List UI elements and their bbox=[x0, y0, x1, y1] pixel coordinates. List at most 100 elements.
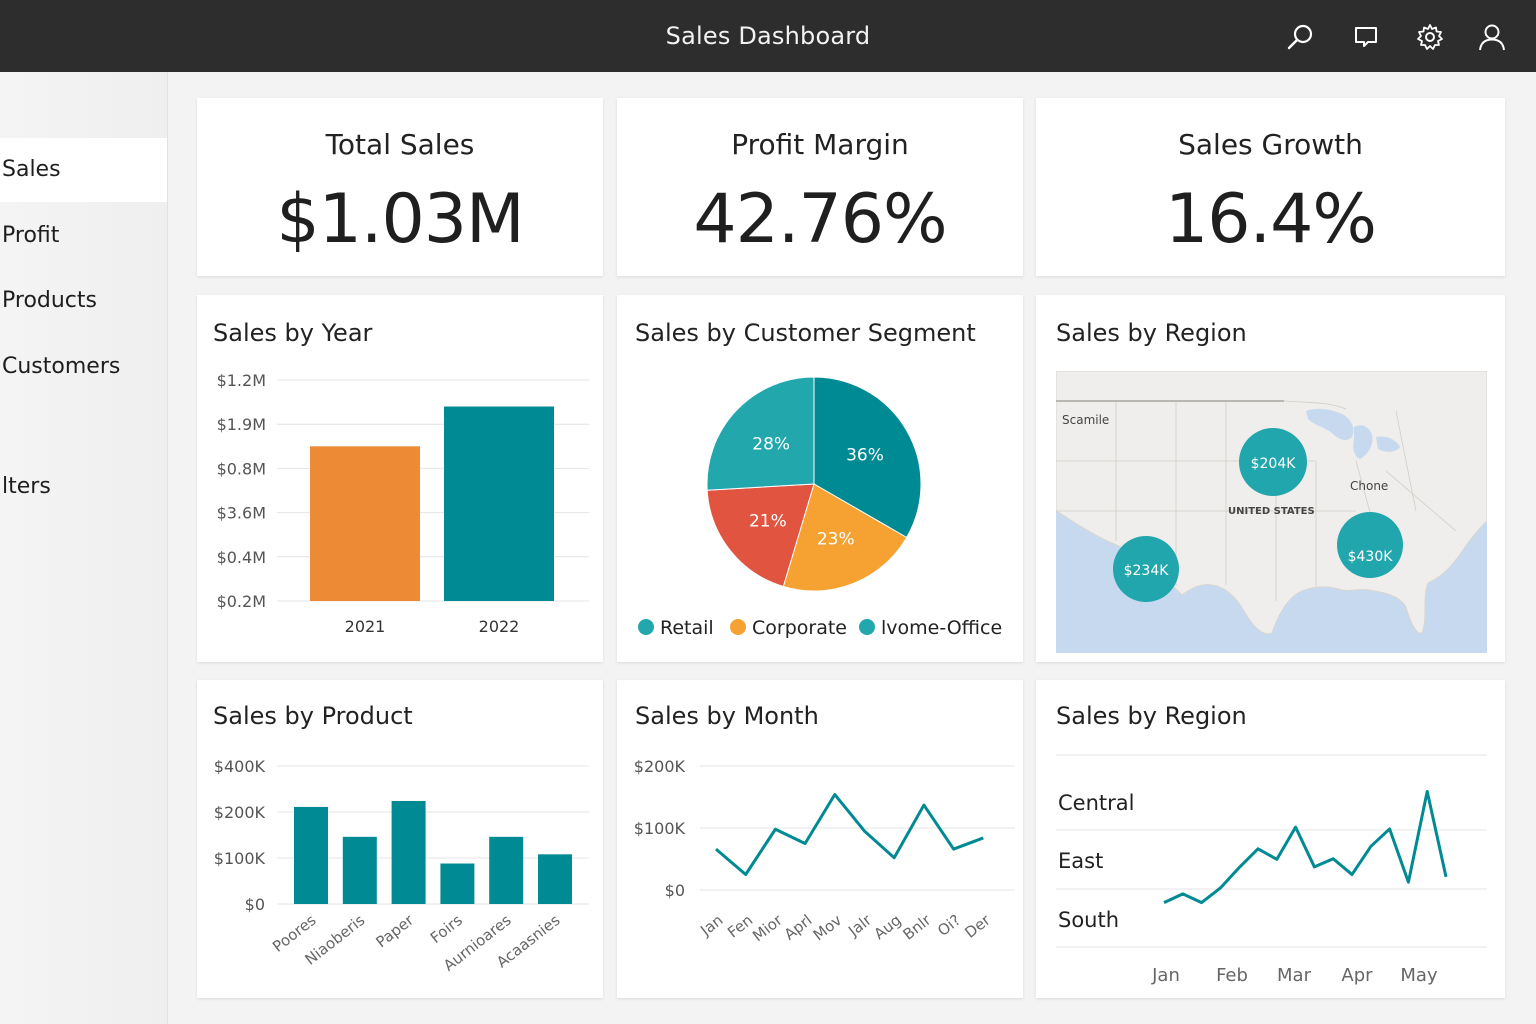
bar bbox=[342, 836, 377, 904]
kpi-value: $1.03M bbox=[276, 180, 524, 259]
bar bbox=[444, 406, 554, 601]
search-icon[interactable] bbox=[1284, 20, 1318, 54]
y-tick-label: $200K bbox=[634, 757, 686, 776]
slice-label: 36% bbox=[846, 446, 884, 466]
card-sales-by-region-line: Sales by Region Central East South Jan Feb Ma… bbox=[1036, 680, 1505, 998]
y-tick-label: $0 bbox=[245, 895, 265, 914]
map-label: Scamile bbox=[1062, 413, 1109, 427]
x-tick-label: 2021 bbox=[345, 617, 386, 636]
card-sales-by-year: Sales by Year $1.2M $1.9M $0.8M $3.6M $0.4M $… bbox=[197, 295, 603, 662]
slice-label: 28% bbox=[752, 435, 790, 455]
x-tick-label: Aprl bbox=[781, 911, 816, 944]
y-tick-label: $3.6M bbox=[217, 504, 266, 523]
x-tick-label: Jan bbox=[696, 911, 726, 940]
y-tick-label: $200K bbox=[214, 803, 266, 822]
kpi-label: Sales Growth bbox=[1178, 128, 1363, 161]
sidebar-item-label: lters bbox=[2, 474, 51, 499]
kpi-card-sales-growth: Sales Growth 16.4% bbox=[1036, 98, 1505, 276]
x-tick-label: May bbox=[1400, 965, 1438, 986]
y-tick-label: $0.2M bbox=[217, 592, 266, 611]
bar bbox=[391, 800, 426, 904]
y-tick-label: $100K bbox=[214, 849, 266, 868]
card-sales-by-product: Sales by Product $400K $200K $100K $0 Poores… bbox=[197, 680, 603, 998]
gear-icon[interactable] bbox=[1413, 20, 1447, 54]
legend-label: lvome-Office bbox=[881, 617, 1002, 639]
y-tick-label: $400K bbox=[214, 757, 266, 776]
top-bar: Sales Dashboard bbox=[0, 0, 1536, 72]
sidebar-item-label: Products bbox=[2, 288, 97, 313]
kpi-card-profit-margin: Profit Margin 42.76% bbox=[617, 98, 1023, 276]
series-line bbox=[1163, 789, 1448, 905]
sidebar: Sales Profit Products Customers lters bbox=[0, 72, 168, 1024]
legend-label: Corporate bbox=[752, 617, 847, 639]
bubble-label: $234K bbox=[1124, 563, 1170, 579]
x-tick-label: Jan bbox=[1151, 965, 1180, 986]
sidebar-item-customers[interactable]: Customers bbox=[0, 335, 167, 399]
x-tick-label: Mar bbox=[1277, 965, 1312, 986]
legend-label: Retail bbox=[660, 617, 714, 639]
bar bbox=[310, 446, 420, 601]
y-tick-label: $1.9M bbox=[217, 415, 266, 434]
sales-by-segment-chart: 36% 23% 21% 28% Retail Corporate lvome-Office bbox=[638, 376, 1002, 639]
card-sales-by-segment: Sales by Customer Segment 36% 23% 21% 28% Re… bbox=[617, 295, 1023, 662]
slice-label: 23% bbox=[817, 530, 855, 550]
x-tick-label: Bnlr bbox=[900, 910, 935, 943]
sidebar-item-label: Profit bbox=[2, 223, 60, 248]
series-line bbox=[715, 793, 984, 876]
sales-by-month-chart: $200K $100K $0 JanFenMiorAprlMov JalrAugBnlr… bbox=[634, 757, 1015, 945]
kpi-value: 16.4% bbox=[1164, 180, 1377, 259]
sidebar-item-sales[interactable]: Sales bbox=[0, 138, 167, 202]
bar bbox=[489, 836, 524, 904]
x-tick-label: Der bbox=[961, 910, 994, 941]
legend-dot bbox=[730, 619, 746, 635]
region-bubble[interactable] bbox=[1337, 512, 1403, 578]
y-tick-label: $0.4M bbox=[217, 548, 266, 567]
bubble-label: $430K bbox=[1348, 549, 1394, 565]
card-title: Sales by Region bbox=[1056, 319, 1247, 347]
row-label: Central bbox=[1058, 791, 1134, 815]
x-tick-label: Jalr bbox=[844, 910, 875, 940]
sidebar-item-label: Customers bbox=[2, 354, 121, 379]
chat-icon[interactable] bbox=[1349, 20, 1383, 54]
y-tick-label: $0.8M bbox=[217, 459, 266, 478]
bar bbox=[294, 806, 328, 904]
kpi-value: 42.76% bbox=[693, 180, 947, 259]
bar bbox=[538, 854, 572, 904]
bubble-label: $204K bbox=[1251, 456, 1297, 472]
row-label: East bbox=[1058, 849, 1103, 873]
region-map[interactable]: Scamile Chone UNITED STATES $204K $234K … bbox=[1056, 371, 1487, 653]
x-tick-label: Foirs bbox=[427, 911, 466, 947]
card-sales-by-month: Sales by Month $200K $100K $0 Jan Fen Mior Apr… bbox=[617, 680, 1023, 998]
x-tick-label: Paper bbox=[373, 910, 418, 951]
kpi-label: Profit Margin bbox=[731, 128, 909, 161]
pie-slice bbox=[706, 376, 815, 491]
sidebar-item-filters[interactable]: lters bbox=[0, 455, 167, 519]
user-icon[interactable] bbox=[1475, 20, 1509, 54]
kpi-label: Total Sales bbox=[325, 128, 475, 161]
legend-dot bbox=[859, 619, 875, 635]
y-tick-label: $0 bbox=[665, 881, 685, 900]
legend-dot bbox=[638, 619, 654, 635]
x-tick-label: Mov bbox=[810, 911, 846, 944]
x-tick-label: Fen bbox=[724, 911, 756, 942]
sales-by-product-chart: $400K$200K$100K$0PooresNiaoberis Paper Foi… bbox=[214, 757, 589, 975]
card-sales-by-region-map: Sales by Region Scamile Chone UNITED STA… bbox=[1036, 295, 1505, 662]
x-tick-label: Feb bbox=[1216, 965, 1248, 986]
x-tick-label: Mior bbox=[749, 910, 786, 945]
x-tick-label: Aug bbox=[870, 911, 904, 943]
sidebar-item-profit[interactable]: Profit bbox=[0, 204, 167, 268]
bar bbox=[440, 863, 475, 904]
sales-by-year-chart: $1.2M $1.9M $0.8M $3.6M $0.4M $0.2M 2021 2022 bbox=[217, 371, 589, 636]
sales-by-region-line-chart: Central East South Jan Feb Mar Apr May bbox=[1056, 754, 1487, 986]
y-tick-label: $100K bbox=[634, 819, 686, 838]
row-label: South bbox=[1058, 908, 1119, 932]
sidebar-item-products[interactable]: Products bbox=[0, 269, 167, 333]
kpi-card-total-sales: Total Sales $1.03M bbox=[197, 98, 603, 276]
map-label: Chone bbox=[1350, 479, 1388, 493]
x-tick-label: Apr bbox=[1341, 965, 1373, 986]
map-label: UNITED STATES bbox=[1228, 506, 1315, 517]
sidebar-item-label: Sales bbox=[2, 157, 61, 182]
slice-label: 21% bbox=[749, 512, 787, 532]
x-tick-label: Oi? bbox=[934, 911, 964, 940]
x-tick-label: 2022 bbox=[479, 617, 520, 636]
